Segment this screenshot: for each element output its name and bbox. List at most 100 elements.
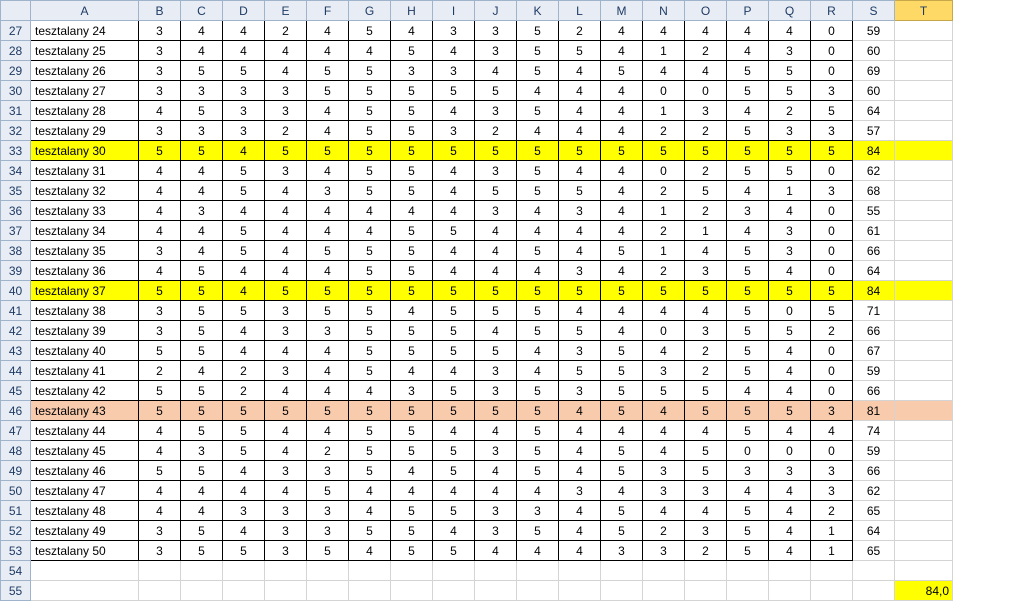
row-header[interactable]: 50 bbox=[1, 481, 31, 501]
cell[interactable]: 5 bbox=[475, 141, 517, 161]
cell[interactable]: 1 bbox=[811, 521, 853, 541]
cell[interactable]: 4 bbox=[601, 421, 643, 441]
cell[interactable]: 5 bbox=[517, 101, 559, 121]
cell[interactable]: 4 bbox=[181, 501, 223, 521]
cell[interactable]: 5 bbox=[727, 141, 769, 161]
cell[interactable]: 3 bbox=[643, 461, 685, 481]
cell[interactable]: 4 bbox=[517, 201, 559, 221]
cell[interactable]: 5 bbox=[433, 461, 475, 481]
cell[interactable]: 5 bbox=[517, 281, 559, 301]
cell[interactable]: 3 bbox=[643, 481, 685, 501]
t-cell[interactable] bbox=[895, 421, 953, 441]
row-label[interactable]: tesztalany 28 bbox=[31, 101, 139, 121]
cell[interactable]: 3 bbox=[811, 461, 853, 481]
cell[interactable]: 5 bbox=[517, 161, 559, 181]
cell[interactable]: 4 bbox=[433, 421, 475, 441]
cell[interactable] bbox=[643, 581, 685, 601]
sum-cell[interactable]: 62 bbox=[853, 481, 895, 501]
cell[interactable]: 4 bbox=[601, 201, 643, 221]
cell[interactable]: 5 bbox=[559, 141, 601, 161]
cell[interactable]: 4 bbox=[349, 481, 391, 501]
cell[interactable]: 4 bbox=[139, 181, 181, 201]
cell[interactable]: 4 bbox=[265, 241, 307, 261]
cell[interactable]: 4 bbox=[181, 21, 223, 41]
cell[interactable]: 3 bbox=[811, 481, 853, 501]
row-label[interactable]: tesztalany 32 bbox=[31, 181, 139, 201]
cell[interactable]: 4 bbox=[391, 361, 433, 381]
cell[interactable]: 5 bbox=[181, 401, 223, 421]
cell[interactable]: 4 bbox=[727, 41, 769, 61]
cell[interactable]: 5 bbox=[769, 281, 811, 301]
cell[interactable]: 4 bbox=[433, 41, 475, 61]
row-header[interactable]: 34 bbox=[1, 161, 31, 181]
t-cell[interactable] bbox=[895, 521, 953, 541]
cell[interactable]: 5 bbox=[685, 281, 727, 301]
sum-cell[interactable]: 71 bbox=[853, 301, 895, 321]
sum-cell[interactable]: 67 bbox=[853, 341, 895, 361]
cell[interactable]: 3 bbox=[475, 441, 517, 461]
cell[interactable]: 3 bbox=[811, 121, 853, 141]
cell[interactable]: 5 bbox=[307, 301, 349, 321]
cell[interactable]: 3 bbox=[223, 121, 265, 141]
col-header-T[interactable]: T bbox=[895, 1, 953, 21]
cell[interactable]: 4 bbox=[727, 101, 769, 121]
cell[interactable]: 4 bbox=[517, 121, 559, 141]
cell[interactable]: 5 bbox=[391, 81, 433, 101]
cell[interactable]: 5 bbox=[685, 461, 727, 481]
cell[interactable]: 5 bbox=[223, 421, 265, 441]
cell[interactable]: 5 bbox=[811, 281, 853, 301]
cell[interactable]: 5 bbox=[223, 301, 265, 321]
cell[interactable] bbox=[475, 561, 517, 581]
cell[interactable] bbox=[307, 561, 349, 581]
cell[interactable]: 4 bbox=[517, 481, 559, 501]
row-label[interactable]: tesztalany 36 bbox=[31, 261, 139, 281]
cell[interactable]: 0 bbox=[811, 41, 853, 61]
cell[interactable]: 4 bbox=[643, 401, 685, 421]
cell[interactable]: 2 bbox=[643, 261, 685, 281]
cell[interactable]: 3 bbox=[475, 201, 517, 221]
cell[interactable]: 3 bbox=[139, 61, 181, 81]
cell[interactable]: 4 bbox=[685, 501, 727, 521]
sum-cell[interactable]: 60 bbox=[853, 81, 895, 101]
cell[interactable]: 5 bbox=[601, 521, 643, 541]
cell[interactable]: 5 bbox=[517, 521, 559, 541]
cell[interactable]: 2 bbox=[685, 41, 727, 61]
cell[interactable]: 5 bbox=[475, 341, 517, 361]
t-cell[interactable] bbox=[895, 141, 953, 161]
cell[interactable] bbox=[181, 581, 223, 601]
cell[interactable]: 4 bbox=[391, 461, 433, 481]
cell[interactable]: 4 bbox=[769, 341, 811, 361]
cell[interactable]: 5 bbox=[181, 141, 223, 161]
cell[interactable]: 4 bbox=[769, 521, 811, 541]
cell[interactable]: 5 bbox=[307, 141, 349, 161]
sum-cell[interactable]: 65 bbox=[853, 541, 895, 561]
cell[interactable]: 4 bbox=[559, 301, 601, 321]
cell[interactable]: 4 bbox=[727, 181, 769, 201]
cell[interactable]: 5 bbox=[517, 401, 559, 421]
cell[interactable]: 5 bbox=[601, 241, 643, 261]
col-header-S[interactable]: S bbox=[853, 1, 895, 21]
row-label[interactable]: tesztalany 25 bbox=[31, 41, 139, 61]
cell[interactable]: 4 bbox=[559, 441, 601, 461]
cell[interactable]: 3 bbox=[139, 41, 181, 61]
cell[interactable]: 3 bbox=[685, 321, 727, 341]
cell[interactable]: 5 bbox=[517, 441, 559, 461]
cell[interactable]: 4 bbox=[139, 441, 181, 461]
row-header[interactable]: 41 bbox=[1, 301, 31, 321]
row-header[interactable]: 31 bbox=[1, 101, 31, 121]
cell[interactable] bbox=[895, 561, 953, 581]
col-header-F[interactable]: F bbox=[307, 1, 349, 21]
row-label[interactable]: tesztalany 47 bbox=[31, 481, 139, 501]
cell[interactable]: 3 bbox=[769, 41, 811, 61]
cell[interactable]: 4 bbox=[769, 481, 811, 501]
cell[interactable]: 4 bbox=[517, 261, 559, 281]
cell[interactable]: 5 bbox=[307, 401, 349, 421]
cell[interactable]: 4 bbox=[223, 341, 265, 361]
cell[interactable]: 5 bbox=[391, 341, 433, 361]
cell[interactable] bbox=[769, 581, 811, 601]
cell[interactable]: 5 bbox=[601, 281, 643, 301]
cell[interactable]: 5 bbox=[181, 341, 223, 361]
row-header[interactable]: 48 bbox=[1, 441, 31, 461]
cell[interactable]: 5 bbox=[685, 381, 727, 401]
cell[interactable]: 1 bbox=[811, 541, 853, 561]
